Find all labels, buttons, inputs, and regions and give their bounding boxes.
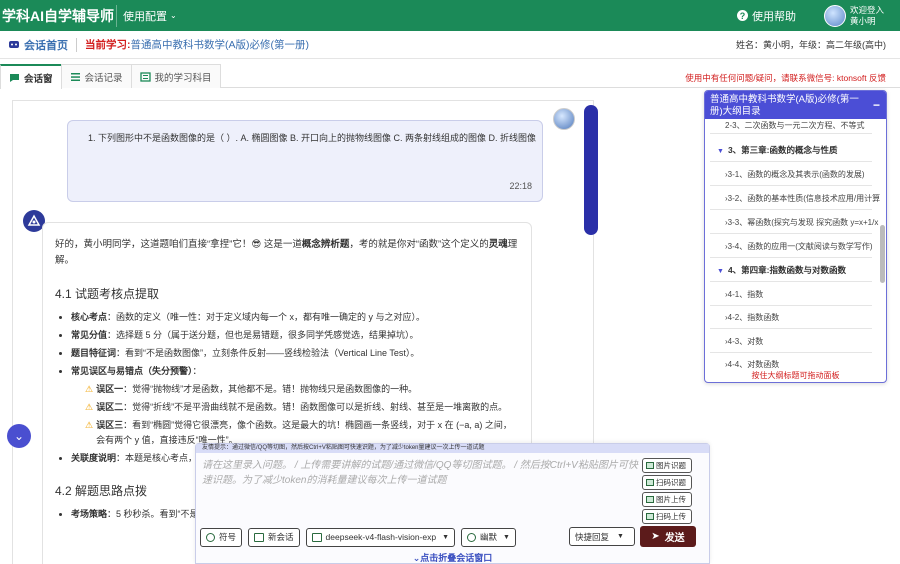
send-icon: ➤ [651, 531, 660, 542]
config-menu-label: 使用配置 [123, 10, 167, 23]
user-info: 姓名：黄小明，年级：高二年级(高中) [736, 40, 886, 50]
avatar[interactable] [824, 4, 846, 27]
symbol-button[interactable]: 符号 [200, 527, 243, 547]
outline-list: 2-3、二次函数与一元二次方程、不等式 ▼ 3、第三章:函数的概念与性质 ›3-1… [705, 119, 886, 372]
info-icon [206, 532, 215, 542]
warning-item: ⚠ 误区二：觉得“折线”不是平滑曲线就不是函数。错！函数图像可以是折线、射线、甚至… [71, 400, 519, 415]
username: 黄小明 [850, 15, 876, 26]
collapse-chat-button[interactable]: ⌄点击折叠会话窗口 [196, 551, 709, 563]
config-menu[interactable]: 使用配置 ⌄ [123, 8, 177, 24]
outline-item[interactable]: ›3-2、函数的基本性质(信息技术应用/用计算机绘制函数图象) [725, 193, 880, 204]
top-navbar: 学科AI自学辅导师 使用配置 ⌄ ? 使用帮助 欢迎登入 黄小明 [0, 0, 900, 31]
upload-buttons: 图片识题 扫码识题 图片上传 扫码上传 [642, 458, 692, 524]
user-message: 1. 下列图形中不是函数图像的是（ ）. A. 椭圆图像 B. 开口向上的抛物线… [67, 120, 543, 202]
nav-divider [116, 4, 117, 27]
scroll-down-button[interactable]: ⌄ [7, 424, 31, 448]
minimize-icon[interactable]: − [873, 99, 880, 111]
question-input[interactable]: 请在这里录入问题。 / 上传需要讲解的试题/通过微信/QQ等切图试题。 / 然后… [202, 458, 642, 518]
triangle-down-icon: ▼ [717, 268, 724, 275]
outline-drag-hint: 按住大纲标题可拖动面板 [751, 371, 840, 380]
warning-icon: ⚠ [85, 420, 94, 430]
scan-recognize-button[interactable]: 扫码识题 [642, 475, 692, 490]
list-item: 题目特征词：看到“不是函数图像”，立刻条件反射——竖线检验法（Vertical … [71, 346, 519, 361]
outline-item[interactable]: ›4-1、指数 [725, 289, 880, 300]
new-session-button[interactable]: 新会话 [248, 527, 300, 547]
list-item: 常见误区与易错点（失分预警）： ⚠误区一：觉得“抛物线”才是函数，其他都不是。错… [71, 364, 519, 448]
style-icon [467, 532, 477, 542]
input-tip: 友情提示：通过微信/QQ等切图，然后按Ctrl+V粘贴图可快速识题，为了减少to… [196, 444, 709, 453]
image-icon [646, 462, 654, 469]
qr-icon [646, 513, 654, 520]
caret-down-icon: ▼ [503, 533, 510, 541]
warning-item: ⚠ 误区一：觉得“抛物线”才是函数，其他都不是。错！抛物线只是函数图像的一种。 [71, 382, 519, 397]
caret-down-icon: ▼ [617, 533, 624, 540]
caret-down-icon: ▼ [442, 533, 450, 541]
breadcrumb: 会话首页 当前学习: 普通高中教科书数学(A版)必修(第一册) 姓名：黄小明，年… [0, 31, 900, 59]
current-book: 普通高中教科书数学(A版)必修(第一册) [130, 39, 310, 51]
outline-title[interactable]: 普通高中教科书数学(A版)必修(第一册)大纲目录 − [705, 91, 886, 119]
outline-item[interactable]: ›3-4、函数的应用一(文献阅读与数学写作) [725, 241, 880, 252]
help-label: 使用帮助 [752, 10, 796, 23]
robot-icon [27, 214, 41, 226]
triangle-down-icon: ▼ [717, 148, 724, 155]
chat-icon [254, 532, 265, 542]
outline-chapter[interactable]: ▼ 3、第三章:函数的概念与性质 [717, 144, 838, 156]
home-chat-icon [9, 40, 19, 48]
welcome-text[interactable]: 欢迎登入 黄小明 [850, 5, 900, 27]
outline-item[interactable]: 2-3、二次函数与一元二次方程、不等式 [725, 120, 880, 131]
monitor-icon [311, 532, 322, 542]
book-list-icon [139, 71, 151, 82]
chevron-down-icon: ⌄ [170, 11, 177, 20]
message-time: 22:18 [509, 181, 532, 191]
tab-label: 会话记录 [84, 72, 123, 84]
input-panel: 友情提示：通过微信/QQ等切图，然后按Ctrl+V粘贴图可快速识题，为了减少to… [195, 443, 710, 564]
feedback-notice: 使用中有任何问题/疑问，请联系微信号: ktonsoft 反馈 [685, 73, 886, 83]
send-button[interactable]: ➤ 发送 [640, 526, 696, 547]
chat-bubble-icon [10, 73, 19, 82]
warning-icon: ⚠ [85, 384, 94, 394]
outline-scrollbar[interactable] [880, 225, 885, 283]
help-link[interactable]: ? 使用帮助 [737, 8, 796, 24]
breadcrumb-divider [76, 37, 77, 52]
input-toolbar: 符号 新会话 deepseek-v4-flash-vision-exp ▼ 幽默 ▼ [200, 527, 516, 547]
outline-item[interactable]: ›4-2、指数函数 [725, 312, 880, 323]
bot-intro: 好的，黄小明同学，这道题咱们直接“拿捏”它！😎 这是一道概念辨析题，考的就是你对… [55, 239, 518, 266]
current-study-label: 当前学习: [85, 39, 131, 51]
warning-icon: ⚠ [85, 402, 94, 412]
outline-item[interactable]: ›4-3、对数 [725, 336, 880, 347]
tab-label: 我的学习科目 [154, 72, 212, 84]
image-icon [646, 496, 654, 503]
outline-panel: 普通高中教科书数学(A版)必修(第一册)大纲目录 − 2-3、二次函数与一元二次… [704, 90, 887, 383]
quick-reply-select[interactable]: 快捷回复 ▼ [569, 527, 635, 546]
section-heading: 4.1 试题考核点提取 [55, 287, 160, 301]
list-item: 常见分值：选择题 5 分（属于送分题，但也是易错题，很多同学凭感觉选，结果掉坑）… [71, 328, 519, 343]
tab-subjects[interactable]: 我的学习科目 [130, 64, 221, 88]
outline-chapter[interactable]: ▼ 4、第四章:指数函数与对数函数 [717, 264, 846, 276]
user-avatar [553, 108, 575, 130]
chat-scrollbar[interactable] [584, 105, 598, 235]
user-message-text: 1. 下列图形中不是函数图像的是（ ）. A. 椭圆图像 B. 开口向上的抛物线… [88, 133, 537, 143]
image-recognize-button[interactable]: 图片识题 [642, 458, 692, 473]
list-item: 核心考点：函数的定义（唯一性：对于定义域内每一个 x，都有唯一确定的 y 与之对… [71, 310, 519, 325]
outline-item[interactable]: ›4-4、对数函数 [725, 359, 880, 370]
welcome-line: 欢迎登入 [850, 4, 885, 15]
app-title: 学科AI自学辅导师 [2, 7, 114, 24]
outline-item[interactable]: ›3-1、函数的概念及其表示(函数的发展) [725, 169, 880, 180]
chevron-down-icon: ⌄ [13, 429, 25, 443]
qr-icon [646, 479, 654, 486]
model-select[interactable]: deepseek-v4-flash-vision-exp ▼ [305, 527, 456, 547]
outline-item[interactable]: ›3-3、幂函数(探究与发现 探究函数 y=x+1/x 的图象与性质) [725, 217, 880, 228]
tab-label: 会话窗 [24, 73, 53, 85]
tab-history[interactable]: 会话记录 [60, 64, 132, 88]
scan-upload-button[interactable]: 扫码上传 [642, 509, 692, 524]
style-select[interactable]: 幽默 ▼ [461, 527, 516, 547]
list-icon [70, 72, 80, 81]
tab-chat[interactable]: 会话窗 [0, 64, 62, 89]
question-icon: ? [737, 10, 748, 21]
breadcrumb-home[interactable]: 会话首页 [24, 37, 68, 53]
image-upload-button[interactable]: 图片上传 [642, 492, 692, 507]
